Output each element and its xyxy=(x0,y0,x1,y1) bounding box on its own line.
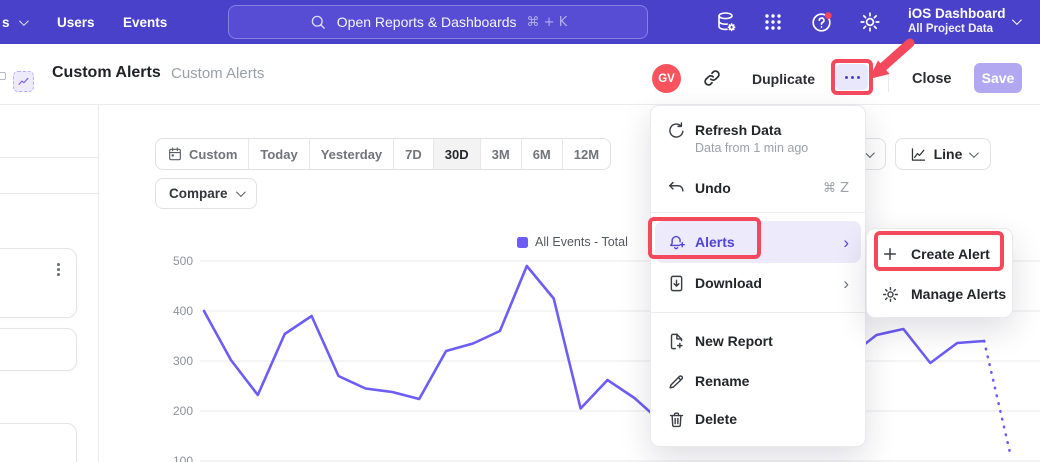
top-navigation-bar: s Users Events Open Reports & Dashboards… xyxy=(0,0,1040,44)
submenu-item-manage-alerts[interactable]: Manage Alerts xyxy=(867,277,1012,311)
more-options-menu: Refresh Data Data from 1 min ago Undo ⌘ … xyxy=(650,105,866,447)
card-more-options-icon[interactable] xyxy=(55,261,62,278)
more-options-button[interactable] xyxy=(836,64,868,90)
chevron-down-icon xyxy=(235,187,245,197)
report-toolbar: Custom Alerts Custom Alerts GV Duplicate… xyxy=(0,44,1040,105)
nav-item-users[interactable]: Users xyxy=(57,0,95,44)
plus-icon xyxy=(881,243,903,265)
date-range-6m[interactable]: 6M xyxy=(522,139,563,169)
date-range-3m[interactable]: 3M xyxy=(481,139,522,169)
help-icon[interactable] xyxy=(810,10,834,34)
submenu-item-create-alert[interactable]: Create Alert xyxy=(867,237,1012,271)
search-shortcut: ⌘ + K xyxy=(527,15,568,30)
save-button[interactable]: Save xyxy=(974,63,1022,93)
app-window: s Users Events Open Reports & Dashboards… xyxy=(0,0,1040,462)
chevron-down-icon xyxy=(18,16,28,26)
date-range-today[interactable]: Today xyxy=(249,139,309,169)
sidebar-divider xyxy=(0,157,98,158)
menu-item-download[interactable]: Download › xyxy=(651,267,865,299)
close-button[interactable]: Close xyxy=(912,71,952,87)
chart-type-button[interactable]: Line xyxy=(895,138,991,170)
left-sidebar xyxy=(0,105,99,462)
alerts-submenu: Create Alert Manage Alerts xyxy=(866,228,1013,318)
chevron-down-icon xyxy=(969,148,979,158)
undo-shortcut: ⌘ Z xyxy=(823,181,849,196)
svg-text:300: 300 xyxy=(173,354,193,368)
project-switcher[interactable]: iOS Dashboard All Project Data xyxy=(908,5,1004,37)
page-title: Custom Alerts xyxy=(52,64,161,82)
nav-item-events[interactable]: Events xyxy=(123,0,167,44)
submenu-arrow-icon: › xyxy=(843,234,849,251)
menu-divider xyxy=(651,312,865,313)
pencil-icon xyxy=(667,370,689,392)
search-placeholder: Open Reports & Dashboards xyxy=(337,14,517,30)
svg-text:500: 500 xyxy=(173,254,193,268)
date-range-12m[interactable]: 12M xyxy=(563,139,610,169)
trash-icon xyxy=(667,408,689,430)
menu-item-alerts[interactable]: Alerts › xyxy=(651,226,865,258)
settings-gear-icon[interactable] xyxy=(858,10,882,34)
sidebar-card[interactable] xyxy=(0,328,77,371)
undo-icon xyxy=(667,177,689,199)
menu-item-undo[interactable]: Undo ⌘ Z xyxy=(651,172,865,204)
date-range-control: Custom Today Yesterday 7D 30D 3M 6M 12M xyxy=(155,138,611,170)
data-management-icon[interactable] xyxy=(714,10,738,34)
download-icon xyxy=(667,272,689,294)
chevron-down-icon xyxy=(1012,15,1022,25)
svg-text:100: 100 xyxy=(173,454,193,462)
collapsed-panel-fragment xyxy=(0,72,6,80)
notification-dot xyxy=(825,12,832,19)
apps-grid-icon[interactable] xyxy=(761,10,785,34)
date-range-yesterday[interactable]: Yesterday xyxy=(310,139,394,169)
breadcrumb: Custom Alerts xyxy=(171,65,264,82)
avatar[interactable]: GV xyxy=(652,64,681,93)
dashboard-name: iOS Dashboard xyxy=(908,5,1004,22)
menu-item-new-report[interactable]: New Report xyxy=(651,325,865,357)
sidebar-divider xyxy=(0,193,98,194)
share-link-icon[interactable] xyxy=(701,67,723,89)
toolbar-divider xyxy=(888,66,889,92)
svg-text:200: 200 xyxy=(173,404,193,418)
duplicate-button[interactable]: Duplicate xyxy=(752,71,815,87)
line-chart-icon xyxy=(910,146,927,163)
new-report-icon xyxy=(667,330,689,352)
gear-icon xyxy=(881,283,903,305)
calendar-icon xyxy=(167,146,183,162)
menu-item-rename[interactable]: Rename xyxy=(651,365,865,397)
bell-plus-icon xyxy=(667,231,689,253)
project-scope: All Project Data xyxy=(908,22,1004,37)
menu-divider xyxy=(651,212,865,213)
sidebar-card[interactable] xyxy=(0,423,77,462)
menu-item-delete[interactable]: Delete xyxy=(651,403,865,435)
sidebar-card[interactable] xyxy=(0,248,77,318)
date-range-30d-selected[interactable]: 30D xyxy=(434,139,481,169)
compare-button[interactable]: Compare xyxy=(155,178,257,209)
search-icon xyxy=(309,13,327,31)
svg-text:400: 400 xyxy=(173,304,193,318)
refresh-icon xyxy=(667,119,689,141)
report-chart-icon xyxy=(13,71,34,92)
date-range-7d[interactable]: 7D xyxy=(394,139,434,169)
refresh-data-subtitle: Data from 1 min ago xyxy=(695,141,808,155)
chevron-down-icon xyxy=(865,148,875,158)
date-range-custom[interactable]: Custom xyxy=(156,139,249,169)
search-input[interactable]: Open Reports & Dashboards ⌘ + K xyxy=(228,5,648,39)
nav-item-partial[interactable]: s xyxy=(2,0,26,44)
nav-item-partial-label: s xyxy=(2,15,10,30)
submenu-arrow-icon: › xyxy=(843,275,849,292)
